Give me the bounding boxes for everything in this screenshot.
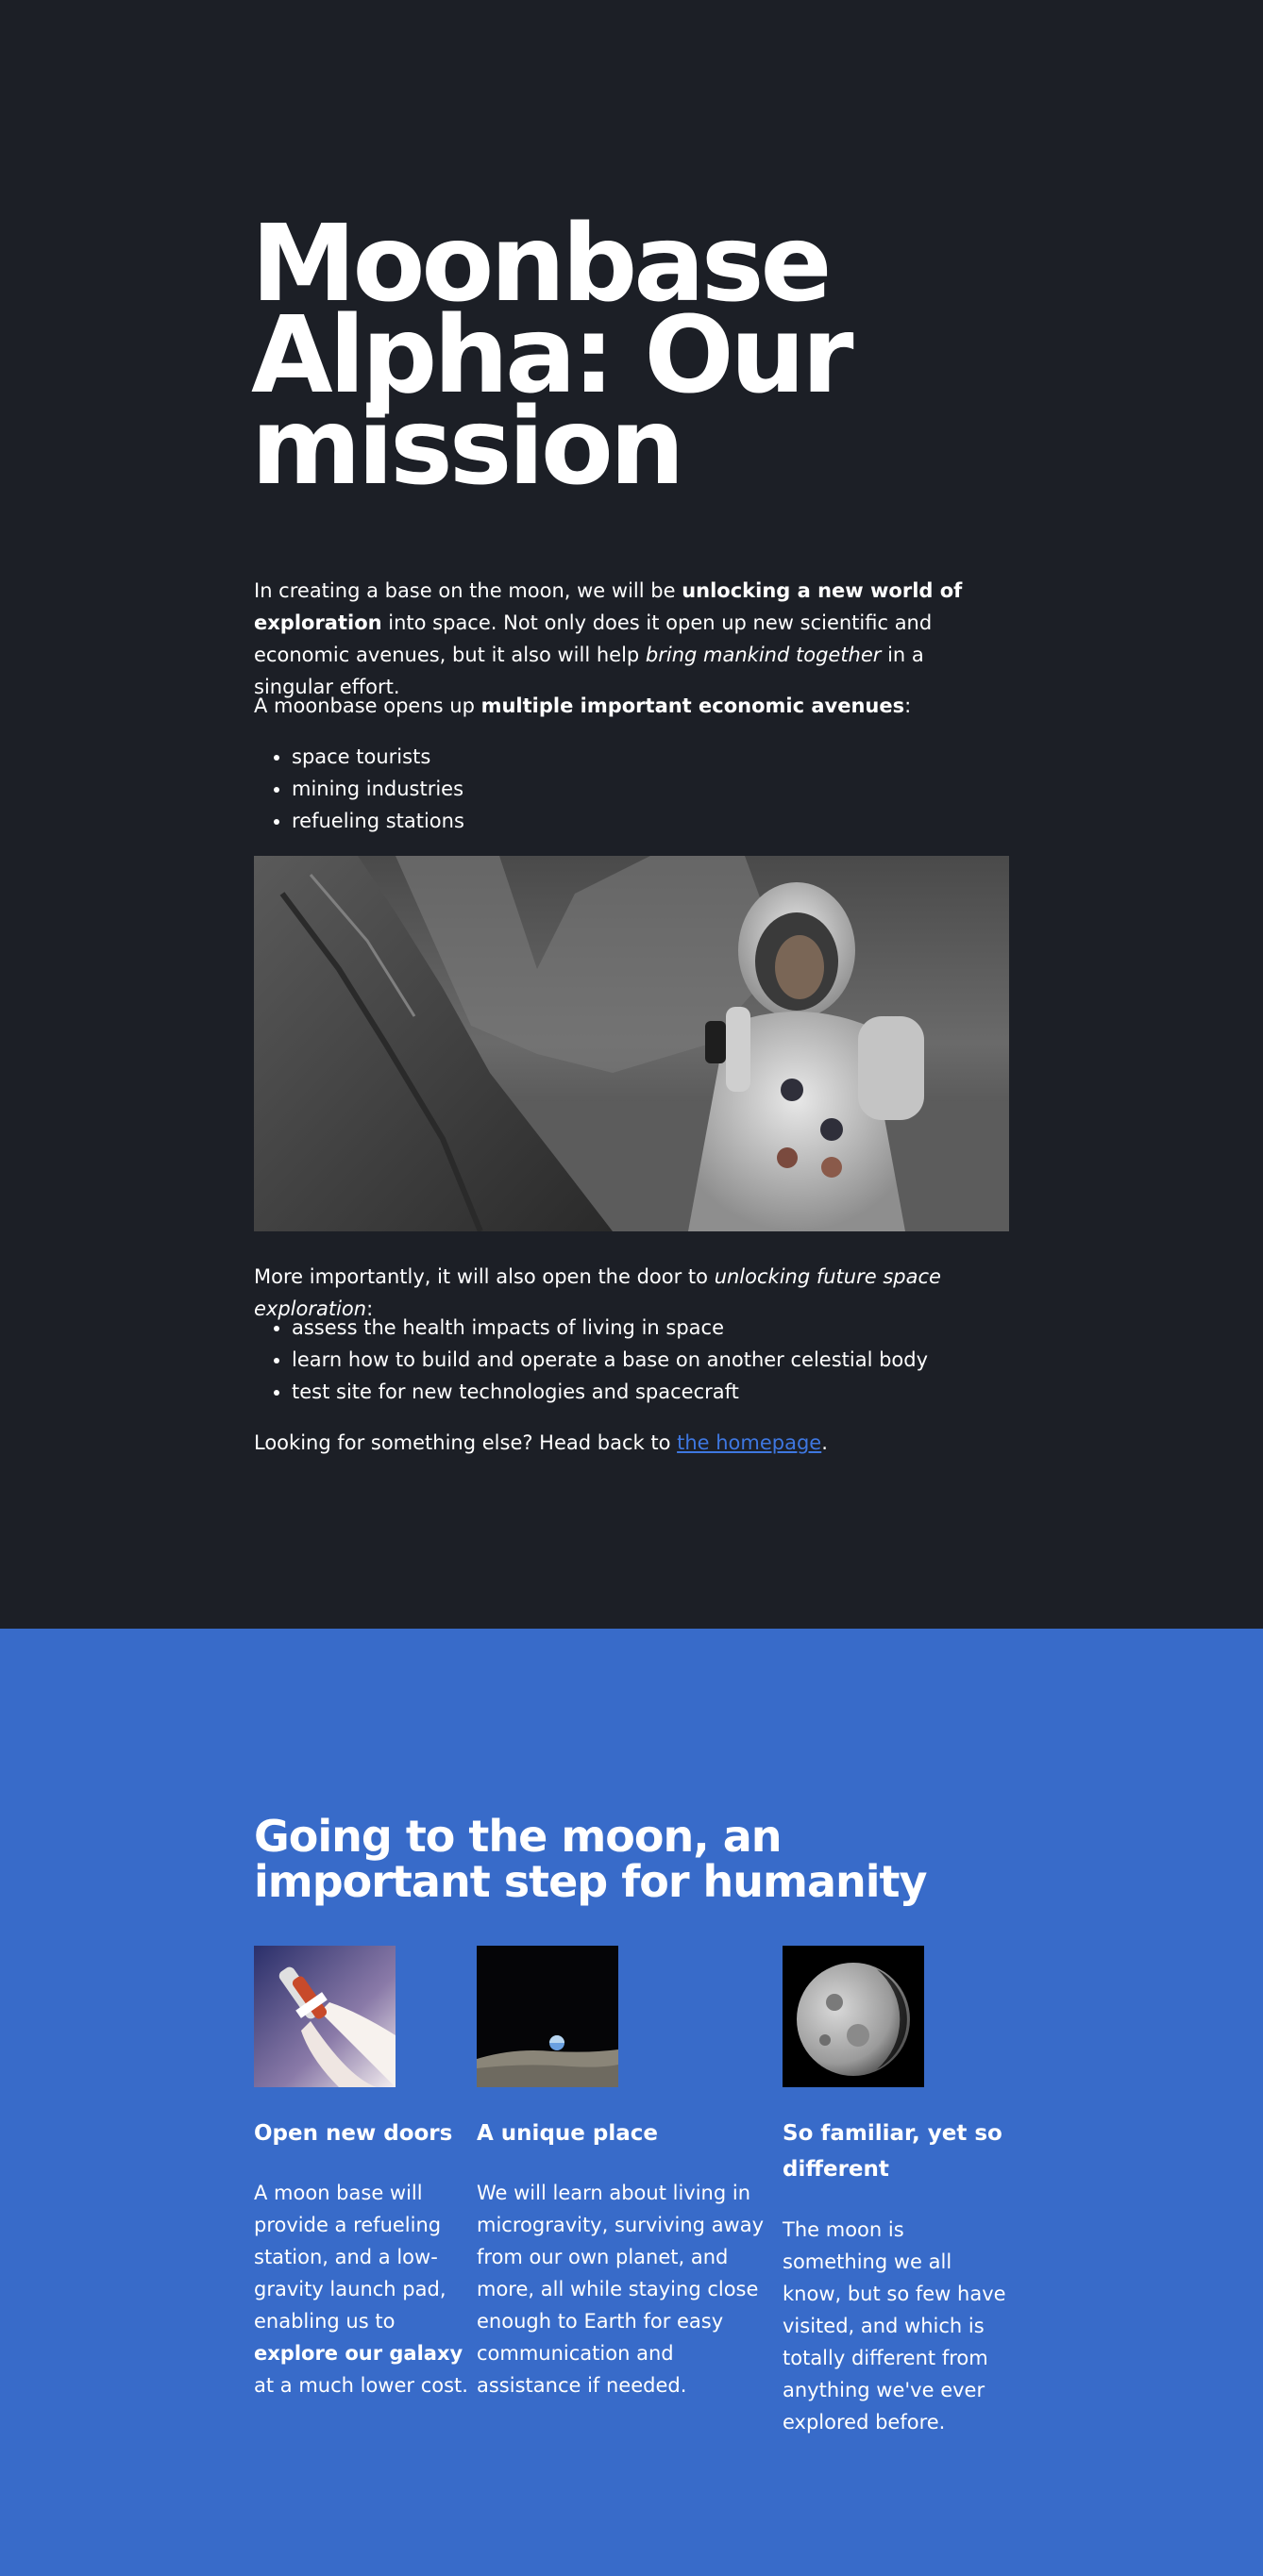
list-item: refueling stations (292, 805, 1009, 837)
avenues-paragraph: A moonbase opens up multiple important e… (254, 690, 1009, 722)
feature-title: Open new doors (254, 2121, 453, 2146)
avenues-bold: multiple important economic avenues (480, 694, 905, 717)
feature-text-c: at a much lower cost. (254, 2374, 468, 2397)
avenues-block: A moonbase opens up multiple important e… (254, 690, 1009, 722)
homepage-link[interactable]: the homepage (677, 1431, 821, 1454)
features-section (0, 1629, 1263, 2576)
feature-text-a: The moon is something we all know, but s… (783, 2218, 1006, 2434)
avenues-list: space tourists mining industries refueli… (254, 741, 1009, 837)
avenues-list-wrap: space tourists mining industries refueli… (254, 741, 1009, 837)
intro-text: In creating a base on the moon, we will … (254, 579, 682, 602)
feature-text: The moon is something we all know, but s… (783, 2214, 1011, 2438)
list-item: space tourists (292, 741, 1009, 773)
feature-text: A moon base will provide a refueling sta… (254, 2177, 471, 2401)
features-heading: Going to the moon, an important step for… (254, 1811, 927, 1907)
feature-card-familiar: So familiar, yet so different The moon i… (783, 1946, 1011, 2434)
feature-card-doors: Open new doors A moon base will provide … (254, 1946, 471, 2397)
shuttle-launch-image (254, 1946, 396, 2087)
back-paragraph: Looking for something else? Head back to… (254, 1427, 1009, 1459)
intro-italic: bring mankind together (645, 644, 882, 666)
future-list-wrap: assess the health impacts of living in s… (254, 1312, 1009, 1408)
back-block: Looking for something else? Head back to… (254, 1427, 1009, 1459)
feature-text-bold: explore our galaxy (254, 2342, 463, 2365)
moon-image (783, 1946, 924, 2087)
page-title: Moonbase Alpha: Our mission (251, 203, 854, 509)
list-item: mining industries (292, 773, 1009, 805)
back-period: . (821, 1431, 828, 1454)
astronaut-photo (254, 856, 1009, 1231)
feature-title: So familiar, yet so different (783, 2121, 1002, 2182)
hero-section: Moonbase Alpha: Our mission In creating … (0, 0, 1263, 1629)
avenues-text: A moonbase opens up (254, 694, 481, 717)
earthrise-image (477, 1946, 618, 2087)
back-text: Looking for something else? Head back to (254, 1431, 678, 1454)
feature-card-unique: A unique place We will learn about livin… (477, 1946, 781, 2397)
intro-block: In creating a base on the moon, we will … (254, 575, 1009, 703)
avenues-colon: : (904, 694, 912, 717)
list-item: assess the health impacts of living in s… (292, 1312, 1009, 1344)
feature-text-a: We will learn about living in microgravi… (477, 2182, 765, 2397)
feature-text: We will learn about living in microgravi… (477, 2177, 781, 2401)
feature-text-a: A moon base will provide a refueling sta… (254, 2182, 446, 2333)
list-item: test site for new technologies and space… (292, 1376, 1009, 1408)
intro-paragraph: In creating a base on the moon, we will … (254, 575, 1009, 703)
future-list: assess the health impacts of living in s… (254, 1312, 1009, 1408)
future-text: More importantly, it will also open the … (254, 1265, 715, 1288)
list-item: learn how to build and operate a base on… (292, 1344, 1009, 1376)
feature-title: A unique place (477, 2121, 658, 2146)
